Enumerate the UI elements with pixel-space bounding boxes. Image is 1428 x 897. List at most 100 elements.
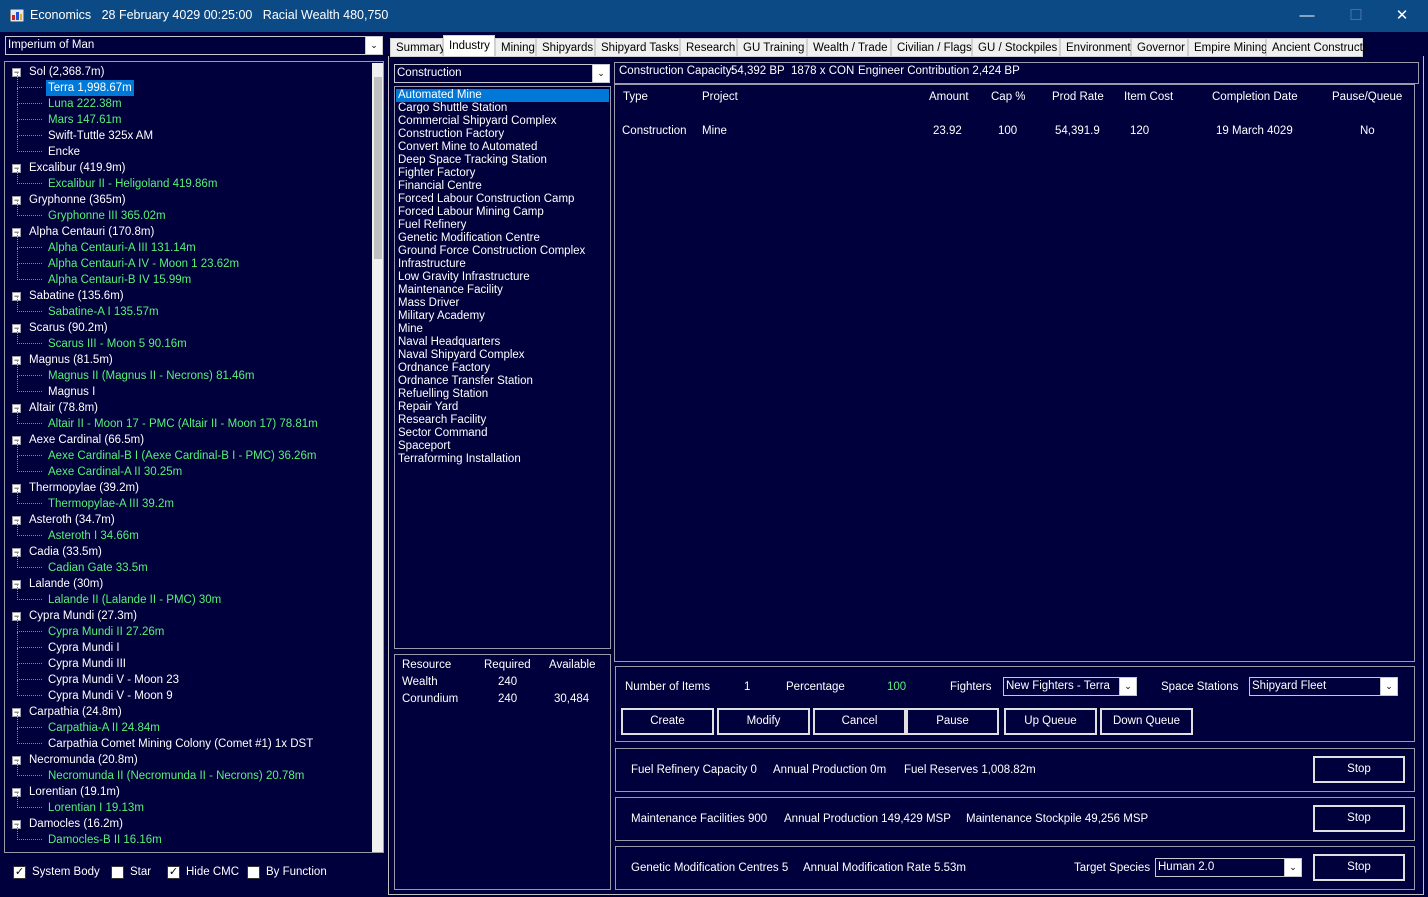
- tab-research[interactable]: Research: [680, 38, 737, 57]
- production-type-dropdown[interactable]: Construction ⌄: [394, 64, 610, 83]
- tree-body[interactable]: Thermopylae-A III 39.2m: [48, 496, 174, 512]
- tree-system[interactable]: Thermopylae (39.2m): [29, 480, 139, 496]
- production-queue[interactable]: Type Project Amount Cap % Prod Rate Item Cost…: [614, 84, 1415, 662]
- tab-empire-mining[interactable]: Empire Mining: [1188, 38, 1268, 57]
- tab-shipyard-tasks[interactable]: Shipyard Tasks: [595, 38, 680, 57]
- tree-body[interactable]: Magnus II (Magnus II - Necrons) 81.46m: [48, 368, 254, 384]
- fighters-dropdown[interactable]: New Fighters - Terra ⌄: [1003, 677, 1137, 696]
- tree-body[interactable]: Cypra Mundi V - Moon 9: [48, 688, 173, 704]
- tree-system[interactable]: Gryphonne (365m): [29, 192, 126, 208]
- tree-body[interactable]: Damocles-B II 16.16m: [48, 832, 162, 848]
- project-item[interactable]: Ordnance Transfer Station: [396, 375, 609, 388]
- tree-scrollbar[interactable]: [372, 63, 383, 852]
- project-item[interactable]: Genetic Modification Centre: [396, 232, 609, 245]
- tree-body[interactable]: Altair II - Moon 17 - PMC (Altair II - M…: [48, 416, 318, 432]
- tab-shipyards[interactable]: Shipyards: [536, 38, 595, 57]
- tree-body[interactable]: Swift-Tuttle 325x AM: [48, 128, 153, 144]
- fuel-stop-button[interactable]: Stop: [1313, 756, 1405, 783]
- tree-system[interactable]: Carpathia (24.8m): [29, 704, 122, 720]
- tree-body[interactable]: Cypra Mundi I: [48, 640, 120, 656]
- tab-governor[interactable]: Governor: [1131, 38, 1188, 57]
- tab-summary[interactable]: Summary: [390, 38, 445, 57]
- space-stations-dropdown[interactable]: Shipyard Fleet ⌄: [1249, 677, 1398, 696]
- create-button[interactable]: Create: [621, 708, 714, 735]
- filter-checkbox[interactable]: [111, 866, 124, 879]
- tab-gu-training[interactable]: GU Training: [737, 38, 807, 57]
- tree-body[interactable]: Alpha Centauri-B IV 15.99m: [48, 272, 191, 288]
- project-item[interactable]: Mass Driver: [396, 297, 609, 310]
- table-row[interactable]: Construction Mine 23.92 100 54,391.9 120 19 Ma…: [615, 125, 1414, 141]
- tree-body[interactable]: Gryphonne III 365.02m: [48, 208, 166, 224]
- empire-dropdown[interactable]: Imperium of Man ⌄: [5, 36, 383, 55]
- tree-system[interactable]: Cypra Mundi (27.3m): [29, 608, 137, 624]
- modify-button[interactable]: Modify: [717, 708, 810, 735]
- filter-checkbox[interactable]: ✓: [167, 866, 180, 879]
- percentage-value[interactable]: 100: [887, 681, 906, 693]
- tree-system[interactable]: Aexe Cardinal (66.5m): [29, 432, 144, 448]
- scrollbar-thumb[interactable]: [374, 77, 382, 259]
- tree-system[interactable]: Alpha Centauri (170.8m): [29, 224, 154, 240]
- project-item[interactable]: Financial Centre: [396, 180, 609, 193]
- project-item[interactable]: Sector Command: [396, 427, 609, 440]
- tree-body[interactable]: Aexe Cardinal-B I (Aexe Cardinal-B I - P…: [48, 448, 316, 464]
- tree-body[interactable]: Aexe Cardinal-A II 30.25m: [48, 464, 182, 480]
- project-item[interactable]: Fighter Factory: [396, 167, 609, 180]
- maintenance-stop-button[interactable]: Stop: [1313, 805, 1405, 832]
- cancel-button[interactable]: Cancel: [813, 708, 906, 735]
- project-item[interactable]: Naval Headquarters: [396, 336, 609, 349]
- close-button[interactable]: ✕: [1379, 0, 1425, 32]
- tab-gu-stockpiles[interactable]: GU / Stockpiles: [972, 38, 1060, 57]
- pause-button[interactable]: Pause: [906, 708, 999, 735]
- tree-body[interactable]: Sabatine-A I 135.57m: [48, 304, 159, 320]
- down-queue-button[interactable]: Down Queue: [1100, 708, 1193, 735]
- tree-body[interactable]: Necromunda II (Necromunda II - Necrons) …: [48, 768, 304, 784]
- tree-body[interactable]: Alpha Centauri-A III 131.14m: [48, 240, 196, 256]
- tree-body[interactable]: Carpathia Comet Mining Colony (Comet #1)…: [48, 736, 313, 752]
- project-item[interactable]: Forced Labour Construction Camp: [396, 193, 609, 206]
- project-item[interactable]: Repair Yard: [396, 401, 609, 414]
- project-item[interactable]: Refuelling Station: [396, 388, 609, 401]
- project-item[interactable]: Automated Mine: [396, 89, 609, 102]
- tree-body[interactable]: Magnus I: [48, 384, 95, 400]
- project-item[interactable]: Low Gravity Infrastructure: [396, 271, 609, 284]
- tree-body[interactable]: Cypra Mundi III: [48, 656, 126, 672]
- items-value[interactable]: 1: [744, 681, 750, 693]
- project-item[interactable]: Cargo Shuttle Station: [396, 102, 609, 115]
- minimize-button[interactable]: —: [1284, 0, 1330, 32]
- project-list[interactable]: Automated Mine Cargo Shuttle Station Comme…: [394, 86, 611, 649]
- tree-body[interactable]: Alpha Centauri-A IV - Moon 1 23.62m: [48, 256, 239, 272]
- tab-ancient-constructs[interactable]: Ancient Constructs: [1266, 38, 1369, 57]
- tree-system[interactable]: Sabatine (135.6m): [29, 288, 124, 304]
- up-queue-button[interactable]: Up Queue: [1004, 708, 1097, 735]
- filter-checkbox[interactable]: [247, 866, 260, 879]
- tree-body[interactable]: Mars 147.61m: [48, 112, 122, 128]
- target-species-dropdown[interactable]: Human 2.0 ⌄: [1155, 858, 1302, 877]
- tree-body[interactable]: Lalande II (Lalande II - PMC) 30m: [48, 592, 221, 608]
- project-item[interactable]: Convert Mine to Automated: [396, 141, 609, 154]
- filter-checkbox[interactable]: ✓: [13, 866, 26, 879]
- project-item[interactable]: Deep Space Tracking Station: [396, 154, 609, 167]
- tree-body[interactable]: Cadian Gate 33.5m: [48, 560, 148, 576]
- genetic-stop-button[interactable]: Stop: [1313, 854, 1405, 881]
- tab-civilian-flags[interactable]: Civilian / Flags: [891, 38, 972, 57]
- project-item[interactable]: Infrastructure: [396, 258, 609, 271]
- tree-body[interactable]: Cypra Mundi II 27.26m: [48, 624, 164, 640]
- maximize-button[interactable]: ☐: [1333, 0, 1379, 32]
- tree-body[interactable]: Excalibur II - Heligoland 419.86m: [48, 176, 217, 192]
- project-item[interactable]: Commercial Shipyard Complex: [396, 115, 609, 128]
- tab-environment[interactable]: Environment: [1060, 38, 1131, 57]
- tree-body[interactable]: Carpathia-A II 24.84m: [48, 720, 160, 736]
- tree-body[interactable]: Cypra Mundi V - Moon 23: [48, 672, 179, 688]
- tree-body[interactable]: Terra 1,998.67m: [46, 80, 134, 96]
- project-item[interactable]: Ground Force Construction Complex: [396, 245, 609, 258]
- project-item[interactable]: Ordnance Factory: [396, 362, 609, 375]
- tree-system[interactable]: Lorentian (19.1m): [29, 784, 120, 800]
- project-item[interactable]: Naval Shipyard Complex: [396, 349, 609, 362]
- project-item[interactable]: Forced Labour Mining Camp: [396, 206, 609, 219]
- tree-system[interactable]: Excalibur (419.9m): [29, 160, 126, 176]
- project-item[interactable]: Construction Factory: [396, 128, 609, 141]
- project-item[interactable]: Fuel Refinery: [396, 219, 609, 232]
- project-item[interactable]: Military Academy: [396, 310, 609, 323]
- tree-body[interactable]: Lorentian I 19.13m: [48, 800, 144, 816]
- tree-body[interactable]: Asteroth I 34.66m: [48, 528, 139, 544]
